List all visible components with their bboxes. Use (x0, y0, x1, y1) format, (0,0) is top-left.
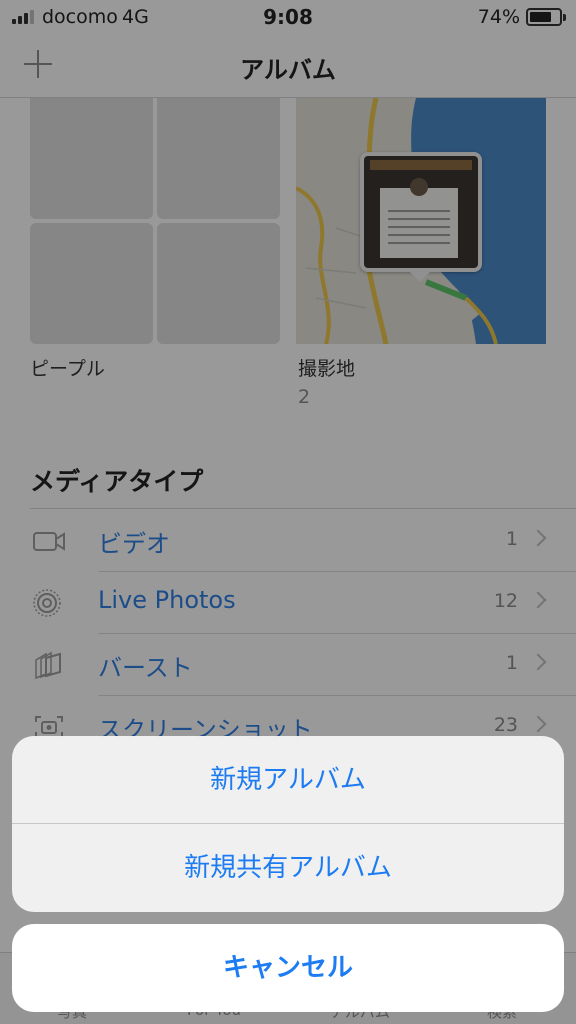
action-sheet: 新規アルバム 新規共有アルバム (12, 736, 564, 912)
new-album-button[interactable]: 新規アルバム (12, 736, 564, 824)
new-shared-album-button[interactable]: 新規共有アルバム (12, 824, 564, 912)
cancel-button[interactable]: キャンセル (12, 924, 564, 1012)
